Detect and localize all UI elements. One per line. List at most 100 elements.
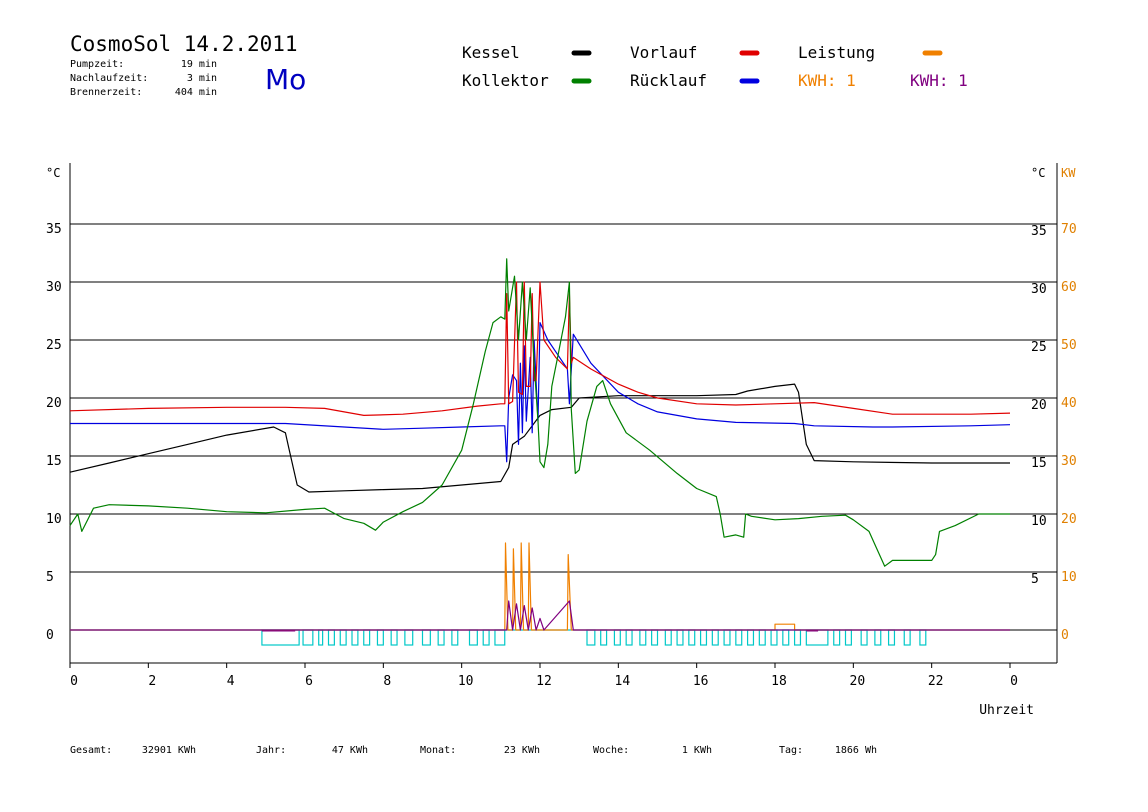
legend-label-kollektor: Kollektor [462, 71, 549, 90]
series-line-ruecklauf [70, 322, 1011, 463]
stat-value-pumpzeit: 19 min [181, 59, 217, 70]
pump-cycle-rect [376, 629, 384, 646]
series-layer [69, 258, 1011, 646]
y-tick-right-kw-label: 50 [1061, 338, 1077, 353]
y-tick-left-label: 15 [46, 454, 62, 469]
pump-cycle-rect [586, 629, 596, 646]
pump-cycle-rect [746, 629, 755, 646]
x-axis-label: Uhrzeit [979, 703, 1034, 718]
pump-cycle-rect [404, 629, 414, 646]
footer-value-tag: 1866 Wh [835, 745, 877, 756]
x-tick-label: 16 [693, 674, 709, 689]
y-tick-right-temp-label: 5 [1031, 572, 1039, 587]
footer-label-tag: Tag: [779, 745, 803, 756]
right-axis-unit-kw: KW [1061, 166, 1076, 180]
pump-cycle-rect [735, 629, 743, 646]
pump-cycle-rect [688, 629, 696, 646]
chart-canvas: CosmoSol 14.2.2011 Mo Pumpzeit: 19 min N… [46, 32, 1077, 756]
pump-cycle-rect [625, 629, 633, 646]
pump-cycle-rect [494, 629, 506, 646]
y-tick-right-temp-label: 15 [1031, 456, 1047, 471]
y-tick-left-label: 25 [46, 338, 62, 353]
footer-label-gesamt: Gesamt: [70, 745, 112, 756]
pump-cycle-rect [676, 629, 684, 646]
x-tick-label: 12 [536, 674, 552, 689]
pump-cycle-rect [711, 629, 719, 646]
pump-cycle-rect [699, 629, 708, 646]
grid-layer [69, 163, 1058, 664]
pump-cycle-rect [339, 629, 347, 646]
day-label: Mo [265, 63, 306, 96]
footer-value-monat: 23 KWh [504, 745, 540, 756]
footer-value-woche: 1 KWh [682, 745, 712, 756]
legend-label-ruecklauf: Rücklauf [630, 71, 707, 90]
y-tick-left-label: 10 [46, 512, 62, 527]
y-tick-right-kw-label: 70 [1061, 222, 1077, 237]
x-tick-label: 14 [615, 674, 631, 689]
pump-cycle-rect [613, 629, 621, 646]
x-tick-label: 2 [148, 674, 156, 689]
pump-cycle-rect [874, 629, 882, 646]
footer-label-jahr: Jahr: [256, 745, 286, 756]
pump-cycle-rect [903, 629, 911, 646]
stat-label-pumpzeit: Pumpzeit: [70, 59, 124, 70]
pump-cycle-rect [437, 629, 445, 646]
stat-label-nachlaufzeit: Nachlaufzeit: [70, 73, 148, 84]
pump-cycle-rect [844, 629, 852, 646]
x-tick-label: 20 [850, 674, 866, 689]
stat-value-nachlaufzeit: 3 min [187, 73, 217, 84]
x-tick-label: 6 [305, 674, 313, 689]
legend-label-kessel: Kessel [462, 43, 520, 62]
pump-cycle-rect [723, 629, 731, 646]
y-tick-right-kw-label: 60 [1061, 280, 1077, 295]
pump-cycle-rect [390, 629, 398, 646]
y-tick-right-kw-label: 30 [1061, 454, 1077, 469]
x-tick-label: 22 [928, 674, 944, 689]
legend: Kessel Kollektor Vorlauf Rücklauf Leistu… [462, 43, 968, 90]
series-line-kwh2 [70, 600, 1010, 631]
legend-label-vorlauf: Vorlauf [630, 43, 697, 62]
pump-cycle-rect [805, 629, 829, 646]
footer-value-jahr: 47 KWh [332, 745, 368, 756]
footer-value-gesamt: 32901 KWh [142, 745, 196, 756]
y-tick-left-label: 5 [46, 570, 54, 585]
x-tick-label: 18 [771, 674, 787, 689]
stat-label-brennerzeit: Brennerzeit: [70, 87, 142, 98]
x-tick-label: 0 [70, 674, 78, 689]
header-stats: Pumpzeit: 19 min Nachlaufzeit: 3 min Bre… [70, 59, 217, 98]
series-line-kollektor [69, 258, 1010, 567]
chart-title: CosmoSol 14.2.2011 [70, 32, 298, 56]
pump-cycle-rect [793, 629, 802, 646]
x-tick-label: 10 [458, 674, 474, 689]
pump-cycle-rect [261, 629, 300, 646]
pump-cycle-rect [468, 629, 478, 646]
pump-cycle-rect [363, 629, 371, 646]
pump-cycle-rect [860, 629, 868, 646]
y-tick-right-kw-label: 40 [1061, 396, 1077, 411]
x-tick-label: 0 [1010, 674, 1018, 689]
stat-value-brennerzeit: 404 min [175, 87, 217, 98]
x-tick-label: 4 [227, 674, 235, 689]
footer-label-woche: Woche: [593, 745, 629, 756]
pump-cycle-rect [758, 629, 766, 646]
pump-cycle-rect [327, 629, 335, 646]
pump-cycle-rect [600, 629, 608, 646]
y-tick-right-temp-label: 30 [1031, 282, 1047, 297]
y-tick-left-label: 30 [46, 280, 62, 295]
pump-cycle-rect [351, 629, 359, 646]
pump-cycle-rect [651, 629, 659, 646]
y-tick-right-kw-label: 10 [1061, 570, 1077, 585]
left-axis-unit: °C [46, 166, 60, 180]
y-tick-right-temp-label: 35 [1031, 224, 1047, 239]
pump-cycle-rect [833, 629, 841, 646]
pump-cycle-rect [482, 629, 490, 646]
pump-cycle-rect [770, 629, 778, 646]
series-line-kessel [69, 383, 1010, 493]
y-tick-right-kw-label: 20 [1061, 512, 1077, 527]
y-tick-right-temp-label: 20 [1031, 398, 1047, 413]
pump-cycle-rect [664, 629, 672, 646]
legend-label-leistung: Leistung [798, 43, 875, 62]
y-tick-right-temp-label: 25 [1031, 340, 1047, 355]
right-axis-unit-temp: °C [1031, 166, 1045, 180]
pump-cycle-rect [919, 629, 927, 646]
